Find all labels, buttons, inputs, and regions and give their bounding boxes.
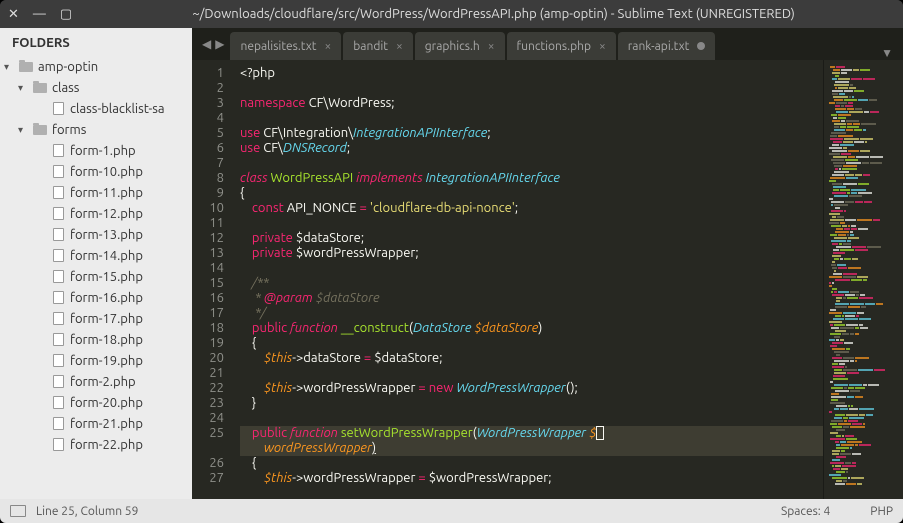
folder-item[interactable]: ▾ class — [0, 77, 192, 98]
tree-item-label: form-20.php — [70, 396, 143, 410]
file-icon — [50, 144, 66, 158]
file-icon — [50, 417, 66, 431]
file-icon — [50, 354, 66, 368]
tree-item-label: form-14.php — [70, 249, 143, 263]
file-item[interactable]: form-14.php — [0, 245, 192, 266]
file-tab[interactable]: graphics.h × — [415, 32, 505, 60]
tab-menu-icon[interactable]: ▼ — [871, 46, 903, 60]
tree-item-label: form-16.php — [70, 291, 143, 305]
tree-item-label: form-11.php — [70, 186, 143, 200]
file-icon — [50, 165, 66, 179]
close-tab-icon[interactable]: × — [396, 40, 403, 53]
tree-item-label: form-19.php — [70, 354, 143, 368]
file-item[interactable]: form-21.php — [0, 413, 192, 434]
nav-back-icon[interactable]: ◀ — [202, 37, 211, 51]
tree-item-label: form-10.php — [70, 165, 143, 179]
minimize-icon[interactable]: — — [33, 7, 46, 21]
tree-item-label: form-17.php — [70, 312, 143, 326]
file-icon — [50, 438, 66, 452]
tree-item-label: amp-optin — [38, 60, 98, 74]
file-item[interactable]: form-11.php — [0, 182, 192, 203]
tree-item-label: class-blacklist-sa — [70, 102, 165, 116]
expand-arrow-icon[interactable]: ▾ — [4, 61, 18, 73]
app-window: ✕ — ▢ ~/Downloads/cloudflare/src/WordPre… — [0, 0, 903, 523]
text-cursor — [596, 426, 604, 440]
cursor-position: Line 25, Column 59 — [36, 505, 138, 518]
panel-icon[interactable] — [10, 505, 26, 517]
line-gutter: 1234567891011121314151617181920212223242… — [192, 60, 232, 499]
tabbar: ◀ ▶ nepalisites.txt×bandit×graphics.h×fu… — [192, 28, 903, 60]
window-title: ~/Downloads/cloudflare/src/WordPress/Wor… — [92, 7, 895, 21]
expand-arrow-icon[interactable]: ▾ — [18, 124, 32, 136]
tree-item-label: form-12.php — [70, 207, 143, 221]
file-item[interactable]: form-1.php — [0, 140, 192, 161]
close-icon[interactable]: ✕ — [8, 7, 19, 22]
folder-icon — [32, 81, 48, 95]
tree-item-label: form-22.php — [70, 438, 143, 452]
maximize-icon[interactable]: ▢ — [60, 7, 72, 22]
file-icon — [50, 270, 66, 284]
file-item[interactable]: form-16.php — [0, 287, 192, 308]
tree-item-label: form-13.php — [70, 228, 143, 242]
file-item[interactable]: form-2.php — [0, 371, 192, 392]
expand-arrow-icon[interactable]: ▾ — [18, 82, 32, 94]
file-tab[interactable]: nepalisites.txt × — [230, 32, 341, 60]
file-item[interactable]: form-10.php — [0, 161, 192, 182]
file-item[interactable]: form-22.php — [0, 434, 192, 455]
file-icon — [50, 249, 66, 263]
file-icon — [50, 396, 66, 410]
titlebar: ✕ — ▢ ~/Downloads/cloudflare/src/WordPre… — [0, 0, 903, 28]
folder-item[interactable]: ▾ forms — [0, 119, 192, 140]
file-item[interactable]: form-15.php — [0, 266, 192, 287]
file-icon — [50, 312, 66, 326]
code-editor[interactable]: <?php namespace CF\WordPress; use CF\Int… — [232, 60, 823, 499]
minimap[interactable] — [823, 60, 903, 499]
close-tab-icon[interactable]: × — [599, 40, 606, 53]
file-tab[interactable]: functions.php × — [507, 32, 616, 60]
close-tab-icon[interactable]: × — [325, 40, 332, 53]
file-icon — [50, 333, 66, 347]
folder-tree[interactable]: ▾ amp-optin ▾ class class-blacklist-sa ▾ forms… — [0, 56, 192, 499]
file-icon — [50, 228, 66, 242]
file-tab[interactable]: rank-api.txt — [618, 32, 716, 60]
tree-item-label: class — [52, 81, 79, 95]
tree-item-label: form-21.php — [70, 417, 143, 431]
file-icon — [50, 186, 66, 200]
file-item[interactable]: form-19.php — [0, 350, 192, 371]
folder-item[interactable]: ▾ amp-optin — [0, 56, 192, 77]
file-icon — [50, 207, 66, 221]
tab-label: rank-api.txt — [628, 40, 690, 53]
tab-label: graphics.h — [425, 40, 480, 53]
file-item[interactable]: class-blacklist-sa — [0, 98, 192, 119]
tree-item-label: form-15.php — [70, 270, 143, 284]
tree-item-label: form-18.php — [70, 333, 143, 347]
statusbar: Line 25, Column 59 Spaces: 4 PHP — [0, 499, 903, 523]
tree-item-label: form-2.php — [70, 375, 136, 389]
tree-item-label: form-1.php — [70, 144, 136, 158]
close-tab-icon[interactable]: × — [488, 40, 495, 53]
tab-label: bandit — [353, 40, 388, 53]
file-item[interactable]: form-20.php — [0, 392, 192, 413]
file-item[interactable]: form-17.php — [0, 308, 192, 329]
language-indicator[interactable]: PHP — [870, 505, 893, 518]
folder-icon — [18, 60, 34, 74]
folder-icon — [32, 123, 48, 137]
nav-forward-icon[interactable]: ▶ — [215, 37, 224, 51]
indent-indicator[interactable]: Spaces: 4 — [781, 505, 830, 518]
code-text: <?php — [240, 66, 275, 80]
sidebar-header: FOLDERS — [0, 28, 192, 56]
file-item[interactable]: form-12.php — [0, 203, 192, 224]
file-icon — [50, 102, 66, 116]
file-item[interactable]: form-18.php — [0, 329, 192, 350]
tab-label: functions.php — [517, 40, 591, 53]
sidebar: FOLDERS ▾ amp-optin ▾ class class-blacklist-… — [0, 28, 192, 499]
file-icon — [50, 375, 66, 389]
tree-item-label: forms — [52, 123, 86, 137]
file-item[interactable]: form-13.php — [0, 224, 192, 245]
editor-area: ◀ ▶ nepalisites.txt×bandit×graphics.h×fu… — [192, 28, 903, 499]
file-icon — [50, 291, 66, 305]
file-tab[interactable]: bandit × — [343, 32, 412, 60]
dirty-indicator-icon — [697, 42, 705, 50]
tab-label: nepalisites.txt — [240, 40, 316, 53]
